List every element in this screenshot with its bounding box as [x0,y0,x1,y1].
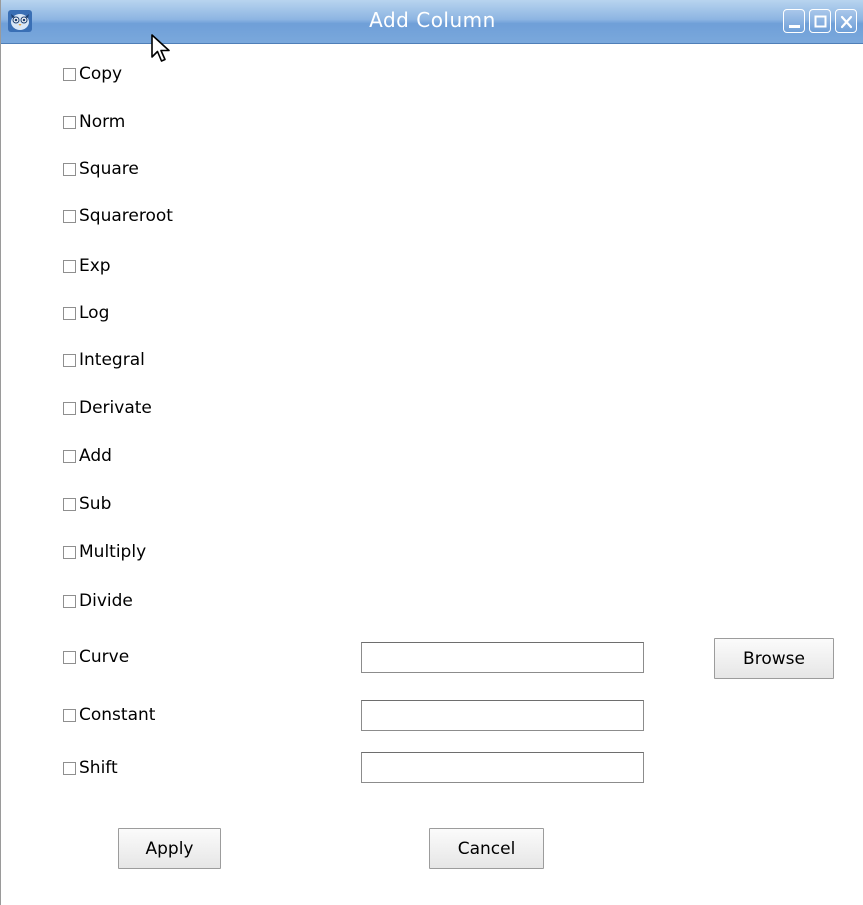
integral-checkbox[interactable] [63,353,76,367]
maximize-button[interactable] [809,9,831,33]
option-label: Log [79,303,110,323]
option-integral[interactable]: Integral [63,350,145,370]
window-title: Add Column [369,8,496,32]
mouse-cursor-icon [151,34,170,62]
shift-checkbox[interactable] [63,761,76,775]
add-column-dialog: Add Column Copy Norm Square Squareroot E… [0,0,863,905]
option-constant[interactable]: Constant [63,705,155,725]
option-square[interactable]: Square [63,159,139,179]
constant-checkbox[interactable] [63,708,76,722]
option-label: Derivate [79,398,152,418]
option-label: Constant [79,705,156,725]
constant-input[interactable] [361,700,644,731]
browse-button[interactable]: Browse [714,638,834,679]
option-shift[interactable]: Shift [63,758,118,778]
shift-input[interactable] [361,752,644,783]
option-label: Square [79,159,139,179]
add-checkbox[interactable] [63,449,76,463]
option-squareroot[interactable]: Squareroot [63,206,173,226]
sub-checkbox[interactable] [63,497,76,511]
multiply-checkbox[interactable] [63,545,76,559]
option-multiply[interactable]: Multiply [63,542,146,562]
title-bar[interactable]: Add Column [1,0,863,44]
minimize-button[interactable] [783,9,805,33]
option-divide[interactable]: Divide [63,591,133,611]
option-label: Integral [79,350,145,370]
option-copy[interactable]: Copy [63,64,122,84]
norm-checkbox[interactable] [63,115,76,129]
option-curve[interactable]: Curve [63,647,129,667]
copy-checkbox[interactable] [63,67,76,81]
option-label: Divide [79,591,133,611]
option-label: Shift [79,758,118,778]
option-label: Curve [79,647,130,667]
curve-input[interactable] [361,642,644,673]
curve-checkbox[interactable] [63,650,76,664]
option-norm[interactable]: Norm [63,112,125,132]
divide-checkbox[interactable] [63,594,76,608]
option-sub[interactable]: Sub [63,494,111,514]
option-label: Exp [79,256,111,276]
exp-checkbox[interactable] [63,259,76,273]
minimize-icon [789,25,800,28]
option-log[interactable]: Log [63,303,109,323]
square-checkbox[interactable] [63,162,76,176]
option-add[interactable]: Add [63,446,112,466]
option-label: Add [79,446,112,466]
option-exp[interactable]: Exp [63,256,111,276]
option-label: Sub [79,494,112,514]
option-label: Copy [79,64,123,84]
cancel-button[interactable]: Cancel [429,828,544,869]
log-checkbox[interactable] [63,306,76,320]
maximize-icon [814,15,827,28]
derivate-checkbox[interactable] [63,401,76,415]
close-icon [840,15,853,29]
option-label: Norm [79,112,126,132]
option-label: Multiply [79,542,147,562]
apply-button[interactable]: Apply [118,828,221,869]
option-label: Squareroot [79,206,173,226]
close-button[interactable] [835,9,857,33]
squareroot-checkbox[interactable] [63,209,76,223]
option-derivate[interactable]: Derivate [63,398,152,418]
